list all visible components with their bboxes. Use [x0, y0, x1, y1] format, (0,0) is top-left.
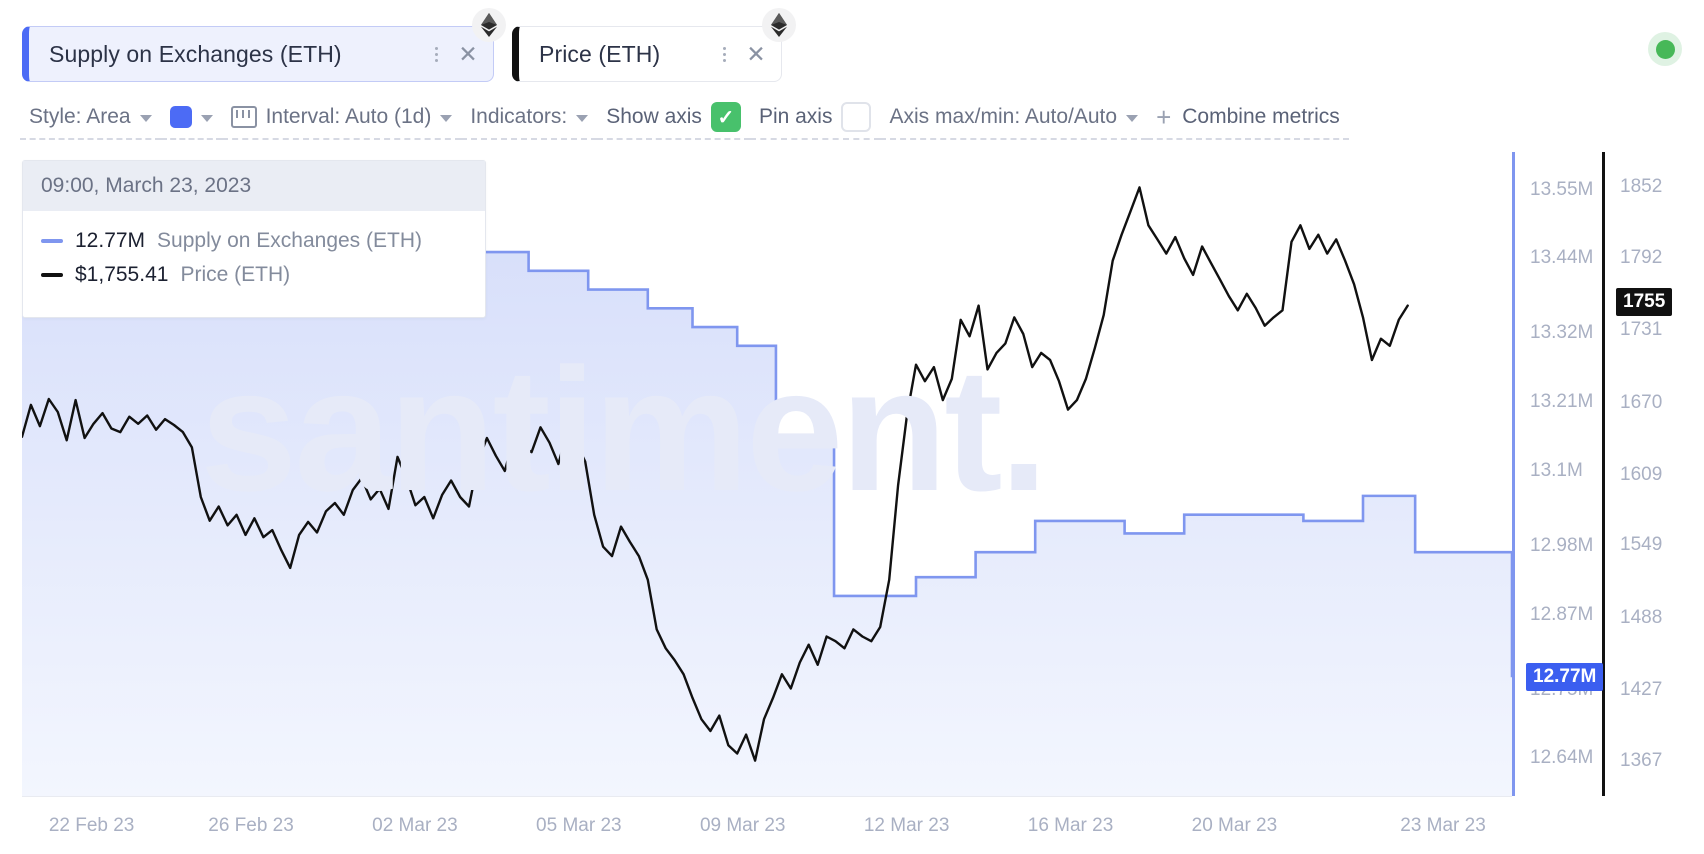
x-axis: 22 Feb 23 26 Feb 23 02 Mar 23 05 Mar 23 09 M… [22, 796, 1512, 854]
tab-label: Supply on Exchanges (ETH) [49, 41, 425, 68]
pin-axis-toggle[interactable]: Pin axis [750, 96, 881, 140]
x-axis-tick-label: 05 Mar 23 [536, 815, 622, 837]
style-label: Style: Area [29, 105, 131, 129]
color-swatch-icon [170, 106, 192, 128]
axis-tick-label: 13.44M [1530, 247, 1593, 269]
axis-minmax-label: Axis max/min: Auto/Auto [889, 105, 1117, 129]
combine-metrics-label: Combine metrics [1182, 105, 1340, 129]
tooltip-timestamp: 09:00, March 23, 2023 [23, 161, 485, 211]
style-selector[interactable]: Style: Area [20, 96, 161, 140]
metric-tabs-bar: Supply on Exchanges (ETH) ✕ Price (ETH) … [0, 0, 1704, 90]
axis-tick-label: 12.98M [1530, 535, 1593, 557]
show-axis-toggle[interactable]: Show axis ✓ [597, 96, 750, 140]
kebab-menu-icon[interactable] [713, 39, 735, 69]
axis-tick-label: 13.21M [1530, 391, 1593, 413]
axis-tick-label: 1731 [1620, 319, 1662, 341]
axis-tick-label: 13.32M [1530, 322, 1593, 344]
axis-tick-label: 1670 [1620, 392, 1662, 414]
x-axis-tick-label: 26 Feb 23 [208, 815, 294, 837]
chevron-down-icon [576, 115, 588, 122]
axis-minmax-selector[interactable]: Axis max/min: Auto/Auto [880, 96, 1147, 140]
calendar-icon [231, 106, 257, 128]
axis-tick-label: 13.1M [1530, 460, 1583, 482]
chart-toolbar: Style: Area Interval: Auto (1d) Indicato… [0, 92, 1704, 144]
axis-tick-label: 1549 [1620, 534, 1662, 556]
axis-tick-label: 12.64M [1530, 747, 1593, 769]
combine-metrics-button[interactable]: + Combine metrics [1147, 96, 1349, 140]
price-axis: 1852 1792 1731 1670 1609 1549 1488 1427 1367 1755 [1602, 152, 1704, 796]
tooltip-row-supply: 12.77M Supply on Exchanges (ETH) [41, 229, 467, 253]
x-axis-tick-label: 20 Mar 23 [1192, 815, 1278, 837]
kebab-menu-icon[interactable] [425, 39, 447, 69]
pin-axis-label: Pin axis [759, 105, 833, 129]
tab-label: Price (ETH) [539, 41, 713, 68]
supply-axis-line [1512, 152, 1515, 796]
chevron-down-icon [140, 115, 152, 122]
x-axis-tick-label: 02 Mar 23 [372, 815, 458, 837]
chevron-down-icon [440, 115, 452, 122]
axis-tick-label: 1792 [1620, 247, 1662, 269]
tab-supply-on-exchanges[interactable]: Supply on Exchanges (ETH) ✕ [22, 26, 494, 82]
color-selector[interactable] [161, 96, 222, 140]
tooltip-name-price: Price (ETH) [180, 263, 290, 287]
live-status-indicator [1648, 32, 1682, 66]
x-axis-tick-label: 22 Feb 23 [49, 815, 135, 837]
tooltip-name-supply: Supply on Exchanges (ETH) [157, 229, 422, 253]
axis-tick-label: 1852 [1620, 176, 1662, 198]
show-axis-label: Show axis [606, 105, 702, 129]
series-color-swatch-supply [41, 239, 63, 243]
axis-current-value-badge: 1755 [1616, 288, 1672, 316]
series-color-swatch-price [41, 273, 63, 277]
axis-tick-label: 13.55M [1530, 179, 1593, 201]
close-icon[interactable]: ✕ [741, 39, 771, 69]
ethereum-icon [762, 8, 796, 42]
indicators-selector[interactable]: Indicators: [461, 96, 597, 140]
tooltip-value-supply: 12.77M [75, 229, 145, 253]
axis-tick-label: 1488 [1620, 607, 1662, 629]
x-axis-tick-label: 09 Mar 23 [700, 815, 786, 837]
price-axis-line [1602, 152, 1605, 796]
chart-tooltip: 09:00, March 23, 2023 12.77M Supply on E… [22, 160, 486, 318]
x-axis-tick-label: 23 Mar 23 [1400, 815, 1486, 837]
axis-current-value-badge: 12.77M [1526, 663, 1603, 691]
x-axis-tick-label: 12 Mar 23 [864, 815, 950, 837]
checkbox-unchecked-icon[interactable] [841, 102, 871, 132]
tooltip-value-price: $1,755.41 [75, 263, 168, 287]
chart-page: Supply on Exchanges (ETH) ✕ Price (ETH) … [0, 0, 1704, 854]
plus-icon: + [1156, 104, 1171, 130]
tab-price[interactable]: Price (ETH) ✕ [512, 26, 782, 82]
chevron-down-icon [201, 115, 213, 122]
axis-tick-label: 12.87M [1530, 604, 1593, 626]
checkbox-checked-icon[interactable]: ✓ [711, 102, 741, 132]
ethereum-icon [472, 8, 506, 42]
axis-tick-label: 1367 [1620, 750, 1662, 772]
interval-label: Interval: Auto (1d) [266, 105, 432, 129]
tooltip-row-price: $1,755.41 Price (ETH) [41, 263, 467, 287]
axis-tick-label: 1609 [1620, 464, 1662, 486]
status-dot-icon [1656, 40, 1675, 59]
close-icon[interactable]: ✕ [453, 39, 483, 69]
tooltip-rows: 12.77M Supply on Exchanges (ETH) $1,755.… [23, 211, 485, 317]
axis-tick-label: 1427 [1620, 679, 1662, 701]
indicators-label: Indicators: [470, 105, 567, 129]
interval-selector[interactable]: Interval: Auto (1d) [222, 96, 462, 140]
chevron-down-icon [1126, 115, 1138, 122]
x-axis-tick-label: 16 Mar 23 [1028, 815, 1114, 837]
